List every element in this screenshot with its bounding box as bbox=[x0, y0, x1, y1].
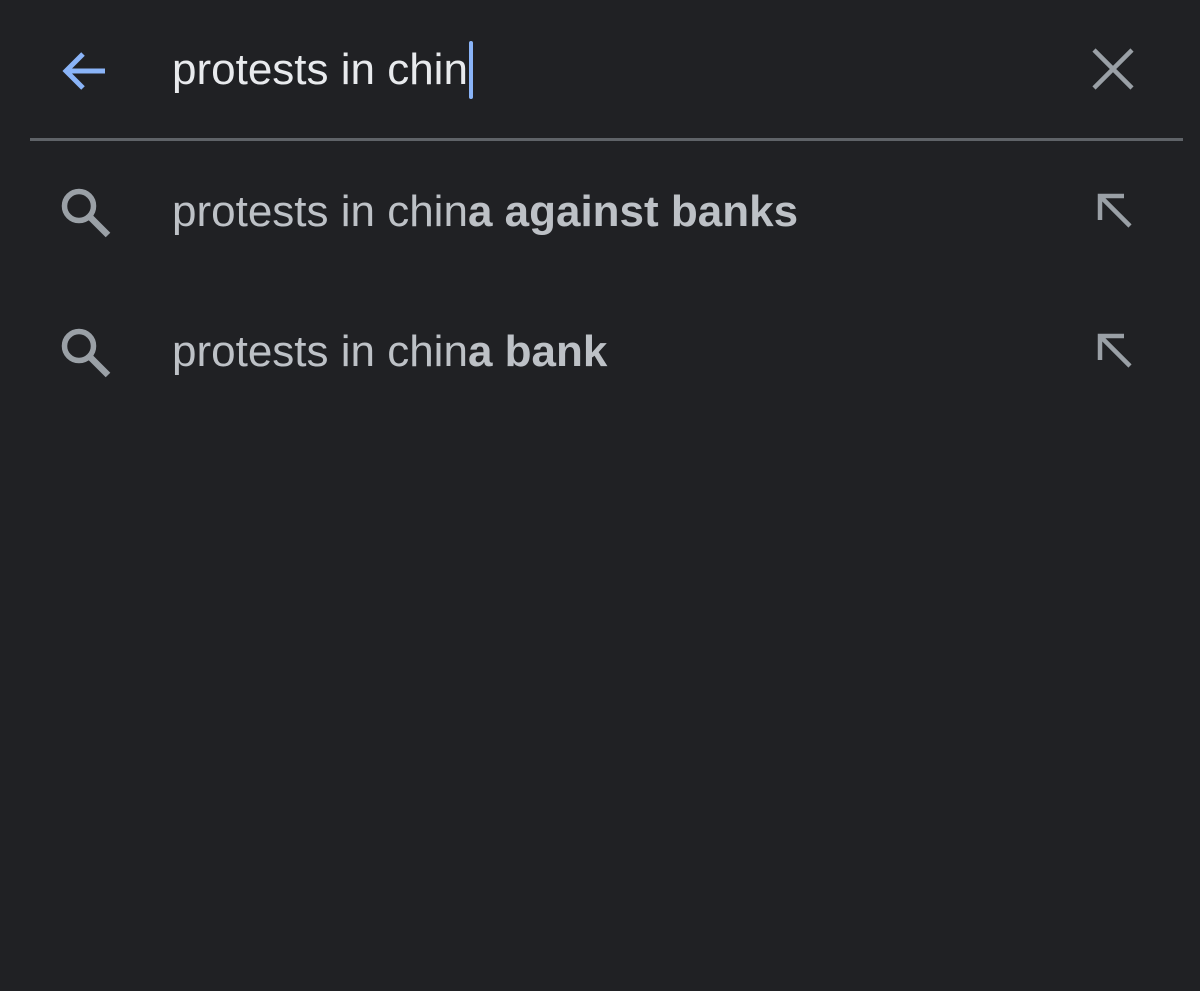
fill-query-button[interactable] bbox=[1086, 322, 1142, 378]
text-caret bbox=[468, 41, 473, 99]
close-icon bbox=[1092, 48, 1134, 90]
search-bar: protests in chin bbox=[0, 0, 1200, 140]
suggestion-item[interactable]: protests in china against banks bbox=[0, 142, 1200, 282]
suggestion-completion-part: a bank bbox=[467, 327, 608, 376]
suggestion-completion-part: a against banks bbox=[467, 187, 799, 236]
search-screen: protests in chin protests in china again… bbox=[0, 0, 1200, 991]
suggestion-text: protests in china bank bbox=[172, 320, 607, 384]
fill-query-button[interactable] bbox=[1086, 182, 1142, 238]
arrow-up-left-icon bbox=[1097, 193, 1132, 228]
suggestion-text: protests in china against banks bbox=[172, 180, 798, 244]
search-icon bbox=[61, 188, 111, 238]
suggestion-list: protests in china against banks protests… bbox=[0, 142, 1200, 422]
suggestion-typed-part: protests in chin bbox=[172, 327, 468, 376]
arrow-up-left-icon bbox=[1097, 333, 1132, 368]
search-query-text: protests in chin bbox=[172, 45, 468, 94]
back-button[interactable] bbox=[50, 36, 120, 106]
arrow-left-icon bbox=[62, 52, 105, 90]
suggestion-typed-part: protests in chin bbox=[172, 187, 468, 236]
search-icon bbox=[61, 328, 111, 378]
search-divider bbox=[30, 138, 1183, 141]
search-input[interactable]: protests in chin bbox=[172, 38, 1052, 102]
suggestion-item[interactable]: protests in china bank bbox=[0, 282, 1200, 422]
clear-button[interactable] bbox=[1080, 36, 1146, 102]
